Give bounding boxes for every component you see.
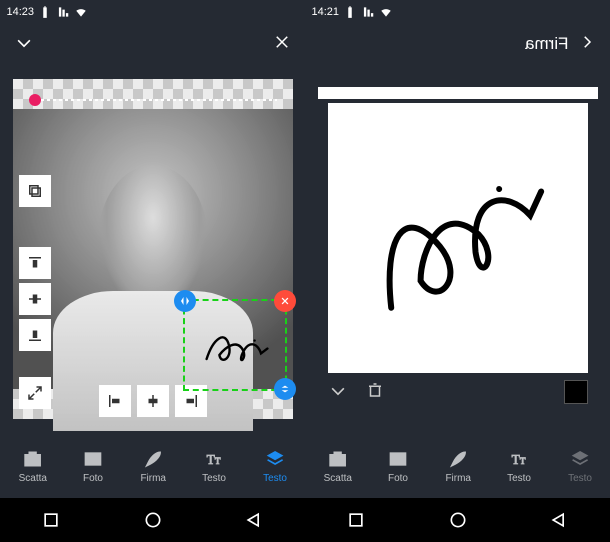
tab-label: Scatta — [323, 473, 351, 484]
right-phone: 14:21 Firma — [305, 0, 610, 542]
tab-signature[interactable]: Firma — [140, 449, 166, 484]
feather-icon — [143, 449, 163, 469]
tab-label: Testo — [568, 473, 592, 484]
ruler[interactable] — [29, 99, 277, 101]
delete-handle[interactable] — [274, 290, 296, 312]
nav-home-icon[interactable] — [143, 510, 163, 530]
signal-icon — [361, 5, 375, 19]
duplicate-icon — [26, 182, 44, 200]
align-left-icon — [106, 392, 124, 410]
confirm-icon[interactable] — [14, 32, 34, 57]
photo-icon — [388, 449, 408, 469]
collapse-icon — [26, 384, 44, 402]
nav-bar — [0, 498, 305, 542]
undo-button[interactable] — [328, 380, 348, 405]
page-title: Firma — [525, 34, 568, 54]
signature-overlay — [197, 315, 277, 379]
nav-recent-icon[interactable] — [346, 510, 366, 530]
close-icon[interactable] — [273, 33, 291, 56]
editor-canvas[interactable] — [0, 64, 305, 434]
clock: 14:23 — [6, 6, 34, 18]
tab-photo[interactable]: Foto — [388, 449, 408, 484]
tab-label: Firma — [445, 473, 471, 484]
tab-text[interactable]: Tт Testo — [202, 449, 226, 484]
collapse-button[interactable] — [19, 377, 51, 409]
nav-back-icon[interactable] — [244, 510, 264, 530]
text-icon: Tт — [204, 449, 224, 469]
align-bottom-icon — [26, 326, 44, 344]
canvas-checker — [13, 79, 293, 419]
delete-button[interactable] — [366, 381, 384, 404]
layers-icon — [570, 449, 590, 469]
feather-icon — [448, 449, 468, 469]
signal-icon — [56, 5, 70, 19]
align-hcenter-icon — [144, 392, 162, 410]
tab-label: Testo — [507, 473, 531, 484]
align-bottom-button[interactable] — [19, 319, 51, 351]
nav-recent-icon[interactable] — [41, 510, 61, 530]
align-vcenter-icon — [26, 290, 44, 308]
align-hcenter-button[interactable] — [137, 385, 169, 417]
signature-canvas-wrap — [305, 64, 610, 434]
camera-icon — [23, 449, 43, 469]
nav-back-icon[interactable] — [549, 510, 569, 530]
tab-photo[interactable]: Foto — [83, 449, 103, 484]
tab-label: Foto — [388, 473, 408, 484]
chevron-right-icon[interactable] — [578, 33, 596, 56]
tab-label: Testo — [263, 473, 287, 484]
status-bar: 14:23 — [0, 0, 305, 24]
camera-icon — [328, 449, 348, 469]
text-icon: Tт — [509, 449, 529, 469]
signature-canvas[interactable] — [328, 103, 588, 373]
signature-header: Firma — [305, 24, 610, 64]
align-left-button[interactable] — [99, 385, 131, 417]
tab-label: Firma — [140, 473, 166, 484]
battery-icon — [343, 5, 357, 19]
battery-icon — [38, 5, 52, 19]
align-right-icon — [182, 392, 200, 410]
tab-layers[interactable]: Testo — [568, 449, 592, 484]
tab-camera[interactable]: Scatta — [323, 449, 351, 484]
signature-stroke — [328, 103, 588, 373]
tab-text[interactable]: Tт Testo — [507, 449, 531, 484]
selection-box[interactable] — [183, 299, 287, 391]
duplicate-button[interactable] — [19, 175, 51, 207]
move-handle[interactable] — [174, 290, 196, 312]
resize-handle[interactable] — [274, 378, 296, 400]
tab-signature[interactable]: Firma — [445, 449, 471, 484]
tab-camera[interactable]: Scatta — [18, 449, 46, 484]
layers-icon — [265, 449, 285, 469]
bottom-toolbar: Testo Tт Testo Firma Foto Scatta — [305, 434, 610, 498]
photo-icon — [83, 449, 103, 469]
status-bar: 14:21 — [305, 0, 610, 24]
align-top-button[interactable] — [19, 247, 51, 279]
tab-label: Testo — [202, 473, 226, 484]
wifi-icon — [379, 5, 393, 19]
editor-topbar — [0, 24, 305, 64]
canvas-top-strip — [318, 87, 598, 99]
clock: 14:21 — [311, 6, 339, 18]
tab-label: Scatta — [18, 473, 46, 484]
nav-home-icon[interactable] — [448, 510, 468, 530]
bottom-toolbar: Testo Tт Testo Firma Foto Scatta — [0, 434, 305, 498]
align-top-icon — [26, 254, 44, 272]
svg-text:Tт: Tт — [512, 452, 526, 467]
tab-label: Foto — [83, 473, 103, 484]
nav-bar — [305, 498, 610, 542]
svg-text:Tт: Tт — [207, 452, 221, 467]
color-swatch[interactable] — [564, 380, 588, 404]
align-vcenter-button[interactable] — [19, 283, 51, 315]
wifi-icon — [74, 5, 88, 19]
left-phone: 14:23 — [0, 0, 305, 542]
signature-tools — [318, 373, 598, 411]
tab-layers[interactable]: Testo — [263, 449, 287, 484]
